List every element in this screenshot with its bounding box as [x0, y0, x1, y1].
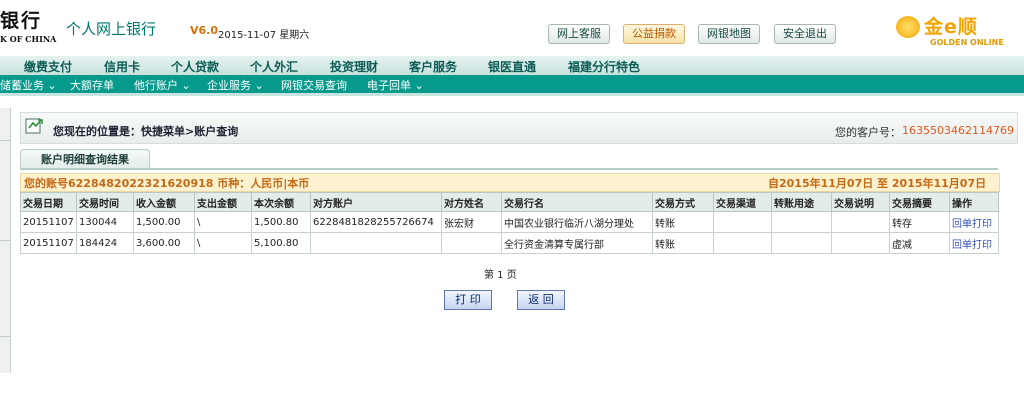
table-row: 20151107 130044 1,500.00 \ 1,500.80 6228…	[20, 211, 999, 233]
header-bank-name: 交易行名	[501, 192, 653, 212]
menu-item-forex[interactable]: 个人外汇	[250, 58, 298, 75]
header-operation: 操作	[949, 192, 999, 212]
tab-account-detail-result[interactable]: 账户明细查询结果	[20, 149, 150, 169]
cell-trade-note	[831, 232, 890, 254]
header-expense: 支出金额	[194, 192, 252, 212]
table-header-row: 交易日期 交易时间 收入金额 支出金额 本次余额 对方账户 对方姓名 交易行名 …	[20, 192, 999, 212]
app-title: 个人网上银行	[66, 20, 157, 38]
cell-transfer-purpose	[771, 232, 832, 254]
cell-trade-summary: 转存	[889, 211, 950, 233]
transaction-table: 交易日期 交易时间 收入金额 支出金额 本次余额 对方账户 对方姓名 交易行名 …	[20, 192, 999, 254]
current-date: 2015-11-07 星期六	[218, 30, 310, 41]
account-info: 您的账号6228482022321620918 币种：人民币|本币	[24, 177, 310, 190]
menu-item-investment[interactable]: 投资理财	[330, 58, 378, 75]
header-counter-name: 对方姓名	[441, 192, 502, 212]
logo-english-text: GOLDEN ONLINE	[930, 38, 1004, 47]
menu-item-payment[interactable]: 缴费支付	[24, 58, 72, 75]
cell-trade-note	[831, 211, 890, 233]
menu-item-enterprise-service[interactable]: 企业服务 ⌄	[207, 77, 264, 93]
date-range: 自2015年11月07日 至 2015年11月07日	[768, 177, 987, 190]
menu-item-e-receipt[interactable]: 电子回单 ⌄	[367, 77, 424, 93]
cell-trade-method: 转账	[652, 232, 714, 254]
bank-logo-text: 银行	[0, 10, 43, 32]
cell-trade-method: 转账	[652, 211, 714, 233]
header-balance: 本次余额	[251, 192, 311, 212]
print-button[interactable]: 打 印	[444, 290, 492, 310]
cell-expense: \	[194, 211, 252, 233]
logo-chinese-text: 金e顺	[924, 16, 978, 38]
cell-income: 1,500.00	[133, 211, 195, 233]
page-indicator: 第 1 页	[484, 270, 517, 281]
tab-underline	[20, 168, 998, 170]
primary-menu: 缴费支付 信用卡 个人贷款 个人外汇 投资理财 客户服务 银医直通 福建分行特色	[0, 56, 1024, 75]
app-version: V6.0	[190, 24, 218, 37]
cell-counter-name	[441, 232, 502, 254]
header-trade-time: 交易时间	[76, 192, 134, 212]
sidebar-divider	[0, 140, 10, 141]
cell-trade-time: 130044	[76, 211, 134, 233]
cell-expense: \	[194, 232, 252, 254]
online-service-button[interactable]: 网上客服	[548, 24, 610, 44]
receipt-print-link[interactable]: 回单打印	[949, 232, 999, 254]
menu-item-ebank-query[interactable]: 网银交易查询	[281, 77, 347, 93]
cell-counter-name: 张宏财	[441, 211, 502, 233]
header-trade-note: 交易说明	[831, 192, 890, 212]
sidebar-divider	[0, 240, 10, 241]
cell-counter-account	[310, 232, 442, 254]
menu-item-personal-loan[interactable]: 个人贷款	[171, 58, 219, 75]
header-trade-summary: 交易摘要	[889, 192, 950, 212]
menu-item-credit-card[interactable]: 信用卡	[104, 58, 140, 75]
cell-trade-date: 20151107	[20, 232, 77, 254]
cell-balance: 1,500.80	[251, 211, 311, 233]
golden-online-logo: 金e顺 GOLDEN ONLINE	[896, 10, 1012, 50]
charity-donation-button[interactable]: 公益捐款	[623, 24, 685, 44]
secondary-menu: 储蓄业务 ⌄ 大额存单 他行账户 ⌄ 企业服务 ⌄ 网银交易查询 电子回单 ⌄	[0, 75, 1024, 93]
menu-item-large-deposit[interactable]: 大额存单	[70, 77, 114, 93]
menu-item-customer-service[interactable]: 客户服务	[409, 58, 457, 75]
menu-item-medical[interactable]: 银医直通	[488, 58, 536, 75]
header-trade-channel: 交易渠道	[713, 192, 772, 212]
cell-trade-time: 184424	[76, 232, 134, 254]
header-income: 收入金额	[133, 192, 195, 212]
menu-item-savings[interactable]: 储蓄业务 ⌄	[0, 77, 57, 93]
header-trade-method: 交易方式	[652, 192, 714, 212]
cell-trade-channel	[713, 211, 772, 233]
cell-bank-name: 中国农业银行临沂八湖分理处	[501, 211, 653, 233]
receipt-print-link[interactable]: 回单打印	[949, 211, 999, 233]
cell-balance: 5,100.80	[251, 232, 311, 254]
cell-counter-account: 6228481828255726674	[310, 211, 442, 233]
header-transfer-purpose: 转账用途	[771, 192, 832, 212]
menu-item-fujian-special[interactable]: 福建分行特色	[568, 58, 640, 75]
left-sidebar[interactable]	[0, 108, 11, 373]
ebank-map-button[interactable]: 网银地图	[698, 24, 760, 44]
safe-exit-button[interactable]: 安全退出	[774, 24, 836, 44]
back-button[interactable]: 返 回	[517, 290, 565, 310]
customer-number-label: 您的客户号：	[835, 126, 901, 139]
location-icon	[25, 118, 43, 134]
bank-logo-english: K OF CHINA	[0, 34, 57, 44]
sun-icon	[896, 16, 920, 38]
table-row: 20151107 184424 3,600.00 \ 5,100.80 全行资金…	[20, 232, 999, 254]
cell-transfer-purpose	[771, 211, 832, 233]
cell-trade-summary: 虚减	[889, 232, 950, 254]
cell-bank-name: 全行资金清算专属行部	[501, 232, 653, 254]
header-counter-account: 对方账户	[310, 192, 442, 212]
header-trade-date: 交易日期	[20, 192, 77, 212]
menu-item-other-bank-account[interactable]: 他行账户 ⌄	[134, 77, 191, 93]
breadcrumb: 您现在的位置是：快捷菜单>账户查询	[53, 125, 239, 138]
sidebar-divider	[0, 336, 10, 337]
cell-income: 3,600.00	[133, 232, 195, 254]
cell-trade-channel	[713, 232, 772, 254]
customer-number: 1635503462114769	[902, 124, 1014, 137]
cell-trade-date: 20151107	[20, 211, 77, 233]
menu-divider	[0, 93, 1024, 96]
